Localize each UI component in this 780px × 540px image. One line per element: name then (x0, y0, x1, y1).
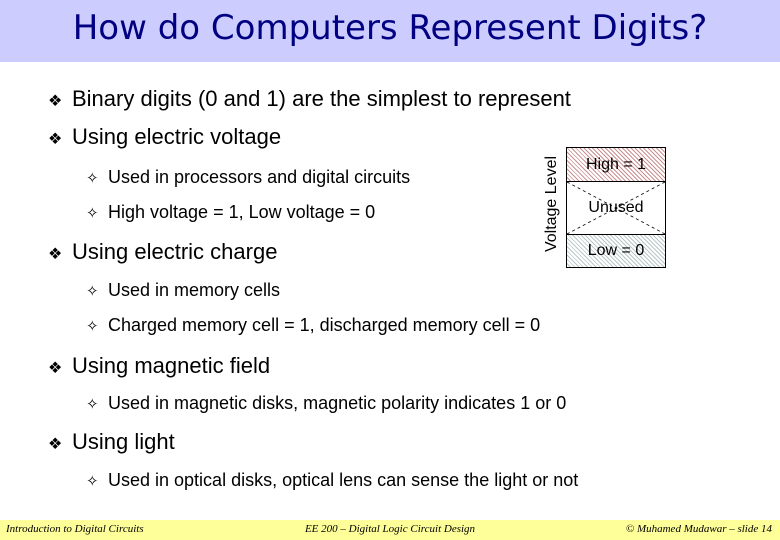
bullet-text: Charged memory cell = 1, discharged memo… (108, 315, 541, 335)
bullet-text: Using light (72, 429, 175, 454)
voltage-level-axis-label: Voltage Level (543, 155, 560, 253)
bullet-electric-voltage: ❖ Using electric voltage (48, 124, 281, 150)
star-bullet-icon: ✧ (86, 283, 99, 300)
bullet-text: Using electric charge (72, 239, 278, 264)
bullet-text: Used in optical disks, optical lens can … (108, 470, 579, 490)
diamond-bullet-icon: ❖ (48, 93, 63, 110)
footer-right: © Muhamed Mudawar – slide 14 (625, 523, 772, 535)
bullet-text: Used in memory cells (108, 280, 281, 300)
bullet-text: High voltage = 1, Low voltage = 0 (108, 202, 376, 222)
star-bullet-icon: ✧ (86, 473, 99, 490)
diamond-bullet-icon: ❖ (48, 131, 63, 148)
bullet-light: ❖ Using light (48, 429, 175, 455)
star-bullet-icon: ✧ (86, 318, 99, 335)
low-zone: Low = 0 (567, 235, 665, 267)
sub-bullet: ✧ Used in magnetic disks, magnetic polari… (86, 393, 566, 414)
unused-label: Unused (588, 199, 644, 216)
voltage-level-diagram: High = 1 Unused Low = 0 (566, 147, 666, 268)
bullet-magnetic-field: ❖ Using magnetic field (48, 353, 270, 379)
sub-bullet: ✧ Used in memory cells (86, 280, 280, 301)
high-zone: High = 1 (567, 148, 665, 182)
sub-bullet: ✧ Used in processors and digital circuits (86, 167, 410, 188)
bullet-text: Used in processors and digital circuits (108, 167, 411, 187)
footer: Introduction to Digital Circuits EE 200 … (0, 520, 780, 540)
bullet-text: Used in magnetic disks, magnetic polarit… (108, 393, 567, 413)
bullet-binary-digits: ❖ Binary digits (0 and 1) are the simples… (48, 86, 571, 112)
bullet-text: Binary digits (0 and 1) are the simplest… (72, 86, 571, 111)
diamond-bullet-icon: ❖ (48, 436, 63, 453)
high-label: High = 1 (585, 156, 647, 173)
star-bullet-icon: ✧ (86, 205, 99, 222)
sub-bullet: ✧ Used in optical disks, optical lens can… (86, 470, 578, 491)
sub-bullet: ✧ High voltage = 1, Low voltage = 0 (86, 202, 375, 223)
star-bullet-icon: ✧ (86, 396, 99, 413)
bullet-text: Using electric voltage (72, 124, 282, 149)
diamond-bullet-icon: ❖ (48, 246, 63, 263)
unused-zone: Unused (567, 182, 665, 235)
slide-title: How do Computers Represent Digits? (72, 8, 708, 48)
diamond-bullet-icon: ❖ (48, 360, 63, 377)
sub-bullet: ✧ Charged memory cell = 1, discharged mem… (86, 315, 540, 336)
title-bar: How do Computers Represent Digits? (0, 0, 780, 62)
star-bullet-icon: ✧ (86, 170, 99, 187)
bullet-electric-charge: ❖ Using electric charge (48, 239, 277, 265)
bullet-text: Using magnetic field (72, 353, 271, 378)
low-label: Low = 0 (587, 242, 645, 259)
